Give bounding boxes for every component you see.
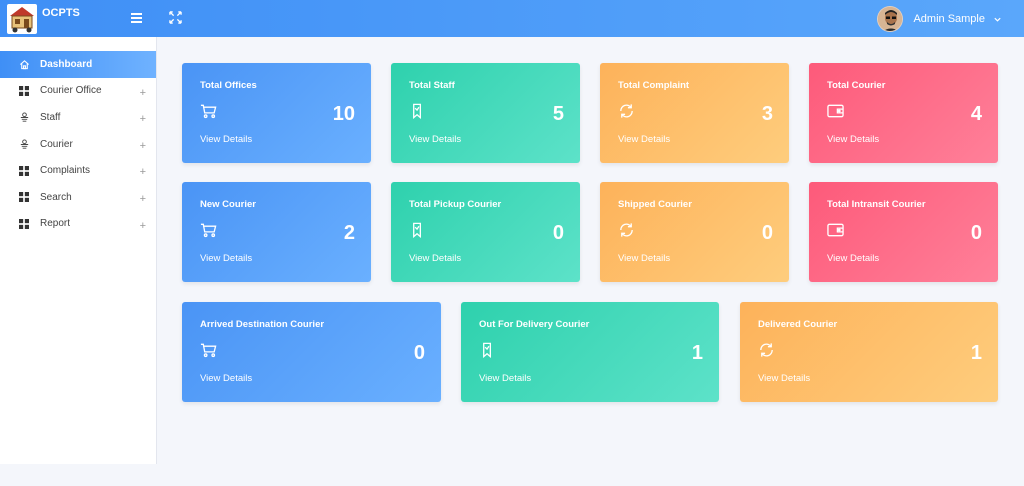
sidebar-item-dashboard[interactable]: Dashboard	[0, 51, 156, 78]
card-count: 5	[552, 103, 564, 125]
card-title: Delivered Courier	[758, 319, 838, 330]
view-details-link[interactable]: View Details	[479, 373, 531, 384]
sidebar-item-label: Report	[40, 218, 71, 230]
cart-icon	[200, 223, 217, 238]
card-title: Total Courier	[827, 80, 886, 91]
chevron-down-icon	[994, 17, 1001, 22]
expand-icon: +	[139, 192, 146, 205]
top-bar: OCPTS Admin Sample	[0, 0, 1024, 37]
refresh-icon	[760, 343, 773, 357]
card-title: Shipped Courier	[618, 199, 692, 210]
sidebar-item-label: Dashboard	[40, 58, 93, 70]
view-details-link[interactable]: View Details	[827, 253, 879, 264]
card-count: 3	[761, 103, 773, 125]
grid-icon	[18, 165, 30, 177]
grid-icon	[18, 218, 30, 230]
refresh-icon	[620, 104, 633, 118]
wallet-icon	[827, 104, 844, 118]
sidebar-item-label: Courier Office	[40, 85, 102, 97]
card-title: Total Staff	[409, 80, 455, 91]
card-count: 0	[552, 222, 564, 244]
grid-icon	[18, 85, 30, 97]
sidebar-item-courier-office[interactable]: Courier Office +	[0, 78, 156, 105]
card-title: Arrived Destination Courier	[200, 319, 325, 330]
sidebar-item-report[interactable]: Report +	[0, 211, 156, 238]
dashboard-main: Total Offices 10 View Details Total Staf…	[158, 37, 1024, 486]
card-total-intransit-courier[interactable]: Total Intransit Courier 0 View Details	[809, 182, 998, 282]
fullscreen-icon[interactable]	[169, 11, 182, 24]
sidebar-footer	[0, 464, 157, 486]
refresh-icon	[620, 223, 633, 237]
user-name: Admin Sample	[913, 13, 985, 25]
view-details-link[interactable]: View Details	[409, 134, 461, 145]
sidebar-item-label: Search	[40, 191, 72, 203]
view-details-link[interactable]: View Details	[827, 134, 879, 145]
card-count: 0	[970, 222, 982, 244]
menu-toggle-icon[interactable]	[131, 13, 142, 24]
card-count: 10	[332, 103, 355, 125]
expand-icon: +	[139, 86, 146, 99]
card-count: 0	[413, 342, 425, 364]
card-total-pickup-courier[interactable]: Total Pickup Courier 0 View Details	[391, 182, 580, 282]
card-title: Total Offices	[200, 80, 257, 91]
card-total-complaint[interactable]: Total Complaint 3 View Details	[600, 63, 789, 163]
view-details-link[interactable]: View Details	[409, 253, 461, 264]
staff-icon	[18, 111, 30, 123]
cart-icon	[200, 104, 217, 119]
view-details-link[interactable]: View Details	[618, 253, 670, 264]
card-count: 1	[970, 342, 982, 364]
expand-icon: +	[139, 166, 146, 179]
card-count: 0	[761, 222, 773, 244]
card-shipped-courier[interactable]: Shipped Courier 0 View Details	[600, 182, 789, 282]
card-arrived-destination-courier[interactable]: Arrived Destination Courier 0 View Detai…	[182, 302, 441, 402]
bookmark-icon	[483, 342, 491, 358]
expand-icon: +	[139, 139, 146, 152]
card-total-courier[interactable]: Total Courier 4 View Details	[809, 63, 998, 163]
card-new-courier[interactable]: New Courier 2 View Details	[182, 182, 371, 282]
view-details-link[interactable]: View Details	[758, 373, 810, 384]
sidebar-item-courier[interactable]: Courier +	[0, 131, 156, 158]
sidebar-item-label: Staff	[40, 111, 61, 123]
grid-icon	[18, 191, 30, 203]
card-count: 2	[343, 222, 355, 244]
card-title: Out For Delivery Courier	[479, 319, 590, 330]
wallet-icon	[827, 223, 844, 237]
sidebar-item-label: Complaints	[40, 165, 91, 177]
card-title: Total Complaint	[618, 80, 690, 91]
brand-name: OCPTS	[42, 6, 80, 19]
card-title: New Courier	[200, 199, 256, 210]
bookmark-icon	[413, 103, 421, 119]
card-count: 4	[970, 103, 982, 125]
card-total-offices[interactable]: Total Offices 10 View Details	[182, 63, 371, 163]
bookmark-icon	[413, 222, 421, 238]
card-title: Total Pickup Courier	[409, 199, 502, 210]
sidebar-item-staff[interactable]: Staff +	[0, 104, 156, 131]
card-title: Total Intransit Courier	[827, 199, 926, 210]
expand-icon: +	[139, 219, 146, 232]
view-details-link[interactable]: View Details	[200, 134, 252, 145]
logo-icon	[7, 3, 37, 34]
card-out-for-delivery-courier[interactable]: Out For Delivery Courier 1 View Details	[461, 302, 719, 402]
cart-icon	[200, 343, 217, 358]
expand-icon: +	[139, 113, 146, 126]
sidebar-item-search[interactable]: Search +	[0, 184, 156, 211]
avatar	[877, 6, 904, 32]
home-icon	[18, 58, 30, 70]
view-details-link[interactable]: View Details	[200, 373, 252, 384]
view-details-link[interactable]: View Details	[200, 253, 252, 264]
card-delivered-courier[interactable]: Delivered Courier 1 View Details	[740, 302, 998, 402]
card-count: 1	[691, 342, 703, 364]
sidebar-item-label: Courier	[40, 138, 73, 150]
staff-icon	[18, 138, 30, 150]
sidebar: Dashboard Courier Office + Staff + Couri…	[0, 37, 157, 464]
sidebar-item-complaints[interactable]: Complaints +	[0, 157, 156, 184]
user-menu[interactable]: Admin Sample	[877, 6, 1002, 32]
card-total-staff[interactable]: Total Staff 5 View Details	[391, 63, 580, 163]
view-details-link[interactable]: View Details	[618, 134, 670, 145]
